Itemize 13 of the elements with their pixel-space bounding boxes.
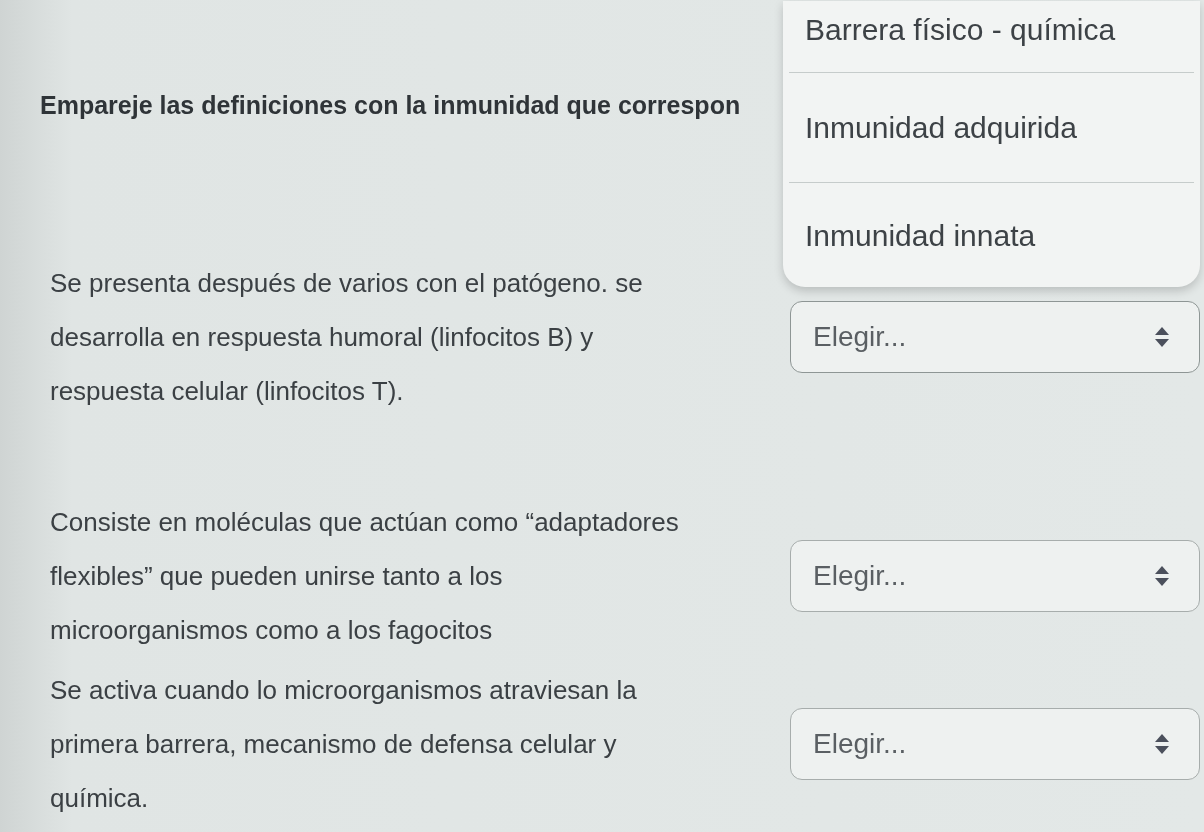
dropdown-option[interactable]: Barrera físico - química (789, 1, 1194, 73)
question-instruction: Empareje las definiciones con la inmunidad que correspon (40, 90, 741, 121)
up-down-arrows-icon (1155, 734, 1169, 754)
choice-select[interactable]: Elegir... (790, 540, 1200, 612)
definition-text: Se presenta después de varios con el patógeno. se desarrolla en respuesta humoral (linfocitos B) y respuesta celular (linfocitos T). (50, 267, 643, 408)
dropdown-option[interactable]: Inmunidad innata (789, 183, 1194, 287)
choice-select[interactable]: Elegir... (790, 708, 1200, 780)
choice-select[interactable]: Elegir... (790, 301, 1200, 373)
definition-text: Se activa cuando lo microorganismos atraviesan la primera barrera, mecanismo de defensa celular y química. (50, 674, 637, 815)
definition-text: Consiste en moléculas que actúan como “adaptadores flexibles” que pueden unirse tanto a los microorganismos como a los fagocitos (50, 506, 679, 647)
dropdown-option[interactable]: Inmunidad adquirida (789, 73, 1194, 183)
up-down-arrows-icon (1155, 566, 1169, 586)
up-down-arrows-icon (1155, 327, 1169, 347)
